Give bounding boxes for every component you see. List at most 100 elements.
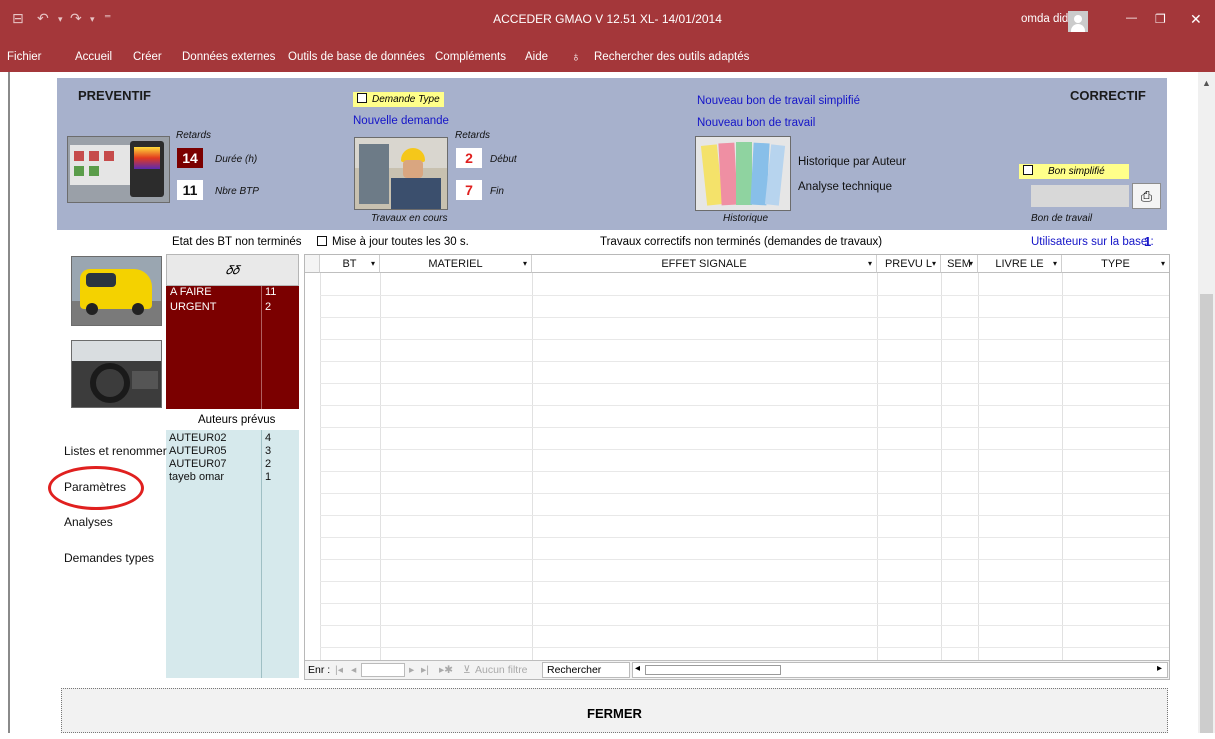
vehicle-photo[interactable]: [71, 256, 162, 326]
scroll-up-arrow[interactable]: ▲: [1202, 78, 1211, 88]
etat-row-label[interactable]: A FAIRE: [170, 286, 212, 298]
demande-type-checkbox[interactable]: Demande Type: [353, 92, 444, 107]
mise-a-jour-checkbox[interactable]: Mise à jour toutes les 30 s.: [317, 236, 469, 248]
auteur-name[interactable]: AUTEUR07: [169, 458, 226, 470]
preventif-duree-label: Durée (h): [215, 154, 258, 165]
users-count: 1: [1144, 234, 1152, 249]
bon-simplifie-label: Bon simplifié: [1048, 166, 1105, 177]
user-name[interactable]: omda dido: [1021, 13, 1075, 25]
historique-photo[interactable]: [695, 136, 791, 211]
sort-dropdown-icon[interactable]: ▾: [868, 255, 872, 272]
scroll-right-arrow[interactable]: ▸: [1157, 663, 1162, 674]
no-filter-button[interactable]: Aucun filtre: [475, 664, 528, 676]
bon-simplifie-checkbox[interactable]: Bon simplifié: [1019, 164, 1129, 179]
auteur-name[interactable]: tayeb omar: [169, 471, 224, 483]
first-record-button[interactable]: |◂: [335, 664, 343, 676]
menu-donnees-externes[interactable]: Données externes: [182, 51, 275, 63]
form-scroll-thumb[interactable]: [1200, 294, 1213, 733]
auteur-name[interactable]: AUTEUR02: [169, 432, 226, 444]
auteurs-list[interactable]: AUTEUR02 4 AUTEUR05 3 AUTEUR07 2 tayeb o…: [166, 430, 299, 678]
sort-dropdown-icon[interactable]: ▾: [371, 255, 375, 272]
menu-fichier[interactable]: Fichier: [7, 51, 42, 63]
sort-dropdown-icon[interactable]: ▾: [523, 255, 527, 272]
grid-title: Travaux correctifs non terminés (demande…: [600, 236, 883, 248]
grid-row-line: [320, 559, 1169, 560]
close-icon[interactable]: ✕: [1190, 11, 1202, 28]
last-record-button[interactable]: ▸|: [421, 664, 429, 676]
title-bar: ⊟ ↶ ▾ ↷ ▾ ⁼ ACCEDER GMAO V 12.51 XL- 14/…: [0, 0, 1215, 44]
grid-row-line: [320, 405, 1169, 406]
col-header-prevu[interactable]: PREVU L ▾: [877, 255, 941, 273]
demande-type-check-icon[interactable]: [357, 93, 367, 103]
analyses-link[interactable]: Analyses: [64, 515, 113, 529]
bon-de-travail-input[interactable]: [1031, 185, 1129, 207]
sort-dropdown-icon[interactable]: ▾: [969, 255, 973, 272]
col-header-livre-le[interactable]: LIVRE LE ▾: [978, 255, 1062, 273]
correctif-grid[interactable]: BT ▾ MATERIEL ▾ EFFET SIGNALE ▾ PREVU L ▾ SE…: [304, 254, 1170, 680]
auteur-name[interactable]: AUTEUR05: [169, 445, 226, 457]
listes-renommer-link[interactable]: Listes et renommer: [64, 444, 167, 458]
travaux-en-cours-photo[interactable]: [354, 137, 448, 210]
fermer-button[interactable]: FERMER: [61, 688, 1168, 733]
demande-debut-label: Début: [490, 154, 517, 165]
menu-outils-base-de-donnees[interactable]: Outils de base de données: [288, 51, 425, 63]
demande-fin-label: Fin: [490, 186, 504, 197]
grid-row-line: [320, 317, 1169, 318]
nouvelle-demande-link[interactable]: Nouvelle demande: [353, 115, 449, 127]
menu-aide[interactable]: Aide: [525, 51, 548, 63]
sort-dropdown-icon[interactable]: ▾: [1053, 255, 1057, 272]
select-all-corner[interactable]: [305, 255, 320, 273]
glasses-view-button[interactable]: 𝛿𝛿: [166, 254, 299, 286]
preventif-retards-label: Retards: [176, 130, 212, 141]
menu-complements[interactable]: Compléments: [435, 51, 506, 63]
col-header-effet-signale[interactable]: EFFET SIGNALE ▾: [532, 255, 877, 273]
new-record-button[interactable]: ▸✱: [439, 664, 453, 676]
col-header-type[interactable]: TYPE ▾: [1062, 255, 1169, 273]
next-record-button[interactable]: ▸: [409, 664, 414, 676]
grid-scroll-thumb[interactable]: [645, 665, 781, 675]
grid-row-line: [320, 383, 1169, 384]
demandes-types-link[interactable]: Demandes types: [64, 551, 154, 565]
grid-row-line: [320, 449, 1169, 450]
menu-bar: Fichier Accueil Créer Données externes O…: [0, 44, 1215, 72]
menu-accueil[interactable]: Accueil: [75, 51, 112, 63]
grid-row-line: [320, 603, 1169, 604]
form-vertical-scrollbar[interactable]: ▲: [1198, 72, 1215, 733]
nouveau-bon-simplifie-link[interactable]: Nouveau bon de travail simplifié: [697, 95, 860, 107]
grid-row-line: [320, 537, 1169, 538]
form-left-border: [8, 72, 10, 733]
scroll-left-arrow[interactable]: ◂: [635, 663, 640, 674]
print-bon-button[interactable]: ⎙: [1132, 183, 1161, 209]
etat-row-label[interactable]: URGENT: [170, 301, 216, 313]
correctif-title: CORRECTIF: [1070, 88, 1146, 103]
sort-dropdown-icon[interactable]: ▾: [932, 255, 936, 272]
menu-creer[interactable]: Créer: [133, 51, 162, 63]
analyse-technique-link[interactable]: Analyse technique: [798, 181, 892, 193]
col-header-sem[interactable]: SEM ▾: [941, 255, 978, 273]
nouveau-bon-link[interactable]: Nouveau bon de travail: [697, 117, 815, 129]
preventif-photo[interactable]: [67, 136, 170, 203]
tell-me-search[interactable]: Rechercher des outils adaptés: [594, 51, 749, 63]
bon-simplifie-check-icon[interactable]: [1023, 165, 1033, 175]
minimize-icon[interactable]: —: [1126, 12, 1137, 24]
sort-dropdown-icon[interactable]: ▾: [1161, 255, 1165, 272]
historique-par-auteur-link[interactable]: Historique par Auteur: [798, 156, 906, 168]
current-record-input[interactable]: [361, 663, 405, 677]
grid-row-line: [320, 515, 1169, 516]
demande-fin-value: 7: [456, 180, 482, 200]
vehicle-interior-photo[interactable]: [71, 340, 162, 408]
auteur-count: 2: [265, 458, 272, 470]
demande-type-label: Demande Type: [372, 94, 440, 105]
col-header-bt[interactable]: BT ▾: [320, 255, 380, 273]
col-header-materiel[interactable]: MATERIEL ▾: [380, 255, 532, 273]
auteur-count: 3: [265, 445, 272, 457]
grid-horizontal-scrollbar[interactable]: ◂ ▸: [632, 662, 1168, 678]
grid-search-input[interactable]: Rechercher: [542, 662, 630, 678]
previous-record-button[interactable]: ◂: [351, 664, 356, 676]
user-avatar-icon[interactable]: [1068, 11, 1088, 32]
restore-icon[interactable]: ❐: [1155, 12, 1166, 26]
mise-a-jour-check-icon[interactable]: [317, 236, 327, 246]
etat-list[interactable]: A FAIRE 11 URGENT 2: [166, 286, 299, 409]
travaux-en-cours-caption: Travaux en cours: [371, 213, 448, 224]
preventif-title: PREVENTIF: [78, 88, 151, 103]
